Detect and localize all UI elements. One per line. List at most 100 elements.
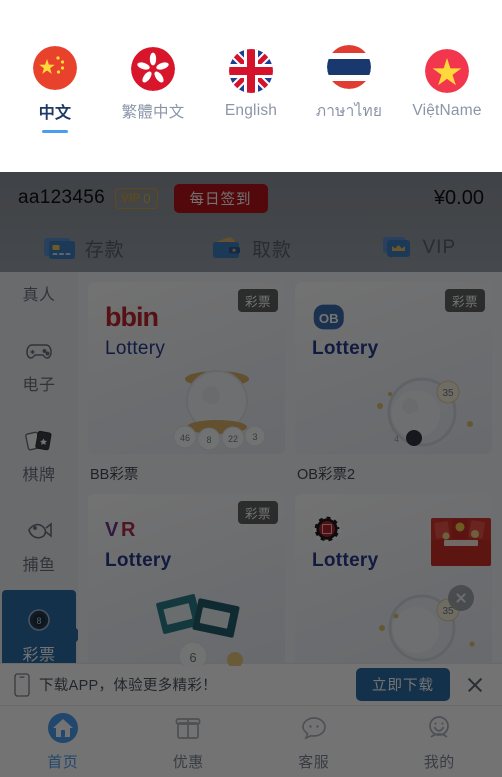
wallet-icon [210,235,244,261]
vr-logo-icon: V R [105,519,136,541]
svg-text:6: 6 [189,650,196,665]
quick-actions-row: 存款 取款 VIP [0,224,502,272]
game-card-name: OB彩票2 [297,467,356,483]
gamepad-icon [24,335,54,365]
promo-float [430,514,492,611]
quick-action-withdraw-label: 取款 [251,239,292,261]
balance-amount: ¥0.00 [433,186,484,209]
language-option-english[interactable]: English [205,43,297,130]
sidebar-item-cards[interactable]: 棋牌 [0,410,78,500]
sidebar-item-lottery-label: 彩票 [22,647,56,664]
language-option-chinese[interactable]: 中文 [9,40,101,133]
download-app-bar: 下载APP，体验更多精彩！ 立即下载 [0,663,502,705]
bottom-tabbar: 首页 优惠 客服 我的 [0,705,502,777]
tab-promotions[interactable]: 优惠 [126,706,252,777]
download-app-text: 下载APP，体验更多精彩！ [39,678,217,694]
ob-logo-icon: OB [313,304,344,330]
tab-promotions-label: 优惠 [172,754,204,771]
sidebar-item-live-label: 真人 [22,287,56,304]
vip-badge-label: VIP [120,191,141,205]
poker-chip-icon [312,514,342,544]
tab-profile-label: 我的 [423,754,455,771]
svg-text:46: 46 [180,433,190,443]
quick-action-vip[interactable]: VIP [335,235,502,261]
tab-support-label: 客服 [298,754,330,771]
game-card-vr-lottery[interactable]: 彩票 V R Lottery 6 [88,494,285,675]
person-icon [24,274,54,275]
chat-icon [301,717,326,740]
game-card-thumb: 彩票 bbin Lottery 46 8 22 3 [88,282,285,454]
sidebar-item-fishing-label: 捕鱼 [22,557,56,574]
game-card-badge: 彩票 [444,289,485,312]
bbin-logo-icon: bbin [105,302,159,332]
daily-signin-button[interactable]: 每日签到 [173,183,268,213]
quick-action-vip-label: VIP [422,237,457,258]
lottery-machine-art: 46 8 22 3 [173,370,266,451]
svg-text:22: 22 [228,434,238,444]
sidebar-item-live[interactable]: 真人 [0,274,78,320]
flag-china-icon [33,45,77,90]
crown-icon [381,235,415,261]
username: aa123456 [18,187,105,208]
sidebar-item-cards-label: 棋牌 [22,467,56,484]
flag-hongkong-icon [131,46,175,91]
cards-icon [24,425,54,455]
language-option-vietnamese-label: ViệtName [412,101,482,119]
language-option-traditional-chinese[interactable]: 繁體中文 [107,41,199,132]
app-screen: aa123456 VIP 0 每日签到 ¥0.00 存款 取款 VIP 真人 电… [0,0,502,777]
phone-icon [14,672,30,697]
tab-support[interactable]: 客服 [251,706,377,777]
game-card-ob-lottery2[interactable]: 彩票 OB Lottery 35 4 OB彩票2 [295,282,492,484]
sidebar-item-fishing[interactable]: 捕鱼 [0,500,78,590]
game-card-thumb: 彩票 OB Lottery 35 4 [295,282,492,454]
gift-icon [175,718,201,739]
sidebar-item-slots-label: 电子 [22,377,56,394]
sidebar-item-slots[interactable]: 电子 [0,320,78,410]
language-option-english-label: English [224,101,278,119]
download-now-button[interactable]: 立即下载 [356,668,450,701]
game-brand: OB Lottery [312,302,379,360]
game-brand-sub: Lottery [105,550,172,571]
svg-text:8: 8 [206,435,211,445]
flag-vietnam-icon [425,48,469,93]
tab-profile[interactable]: 我的 [377,706,502,777]
tab-home-label: 首页 [47,754,79,771]
app-container: aa123456 VIP 0 每日签到 ¥0.00 存款 取款 VIP 真人 电… [0,172,502,777]
lottery-drum-art: 35 4 [377,377,473,447]
svg-text:bbin: bbin [105,302,158,332]
game-card-bb-lottery[interactable]: 彩票 bbin Lottery 46 8 22 3 BB彩票 [88,282,285,484]
language-option-chinese-label: 中文 [38,104,72,122]
download-bar-close-button[interactable] [462,672,488,698]
game-brand-sub: Lottery [105,338,166,359]
gift-box-icon[interactable] [430,514,492,568]
language-option-thai[interactable]: ภาษาไทย [303,39,395,133]
svg-text:OB: OB [319,311,339,326]
promo-close-button[interactable] [448,585,474,611]
lottery-ball-icon: 8 [24,605,54,635]
fish-icon [24,515,54,545]
user-header: aa123456 VIP 0 每日签到 ¥0.00 存款 取款 VIP [0,172,502,272]
sidebar-scroll[interactable]: 真人 电子 棋牌 捕鱼 8 彩票 [0,274,78,680]
credit-card-icon [43,235,77,261]
quick-action-withdraw[interactable]: 取款 [167,235,334,262]
game-brand: Lottery [312,514,379,572]
game-card-badge: 彩票 [237,501,278,524]
game-brand-sub: Lottery [312,550,379,571]
vip-level: 0 [143,190,151,206]
quick-action-deposit-label: 存款 [84,239,125,261]
game-card-badge: 彩票 [237,289,278,312]
game-card-thumb: 彩票 V R Lottery 6 [88,494,285,666]
game-card-name: BB彩票 [90,467,139,483]
game-brand: bbin Lottery [105,302,197,360]
smiley-icon [429,716,450,738]
language-active-underline [42,129,68,133]
language-option-vietnamese[interactable]: ViệtName [401,43,493,130]
svg-text:4: 4 [394,434,399,444]
vip-badge: VIP 0 [114,187,158,209]
user-info-row: aa123456 VIP 0 每日签到 ¥0.00 [0,172,502,224]
lottery-tickets-art: 6 [156,594,243,666]
tab-home[interactable]: 首页 [0,706,126,777]
quick-action-deposit[interactable]: 存款 [0,235,167,262]
svg-text:8: 8 [36,616,41,626]
flag-thailand-icon [327,45,371,89]
